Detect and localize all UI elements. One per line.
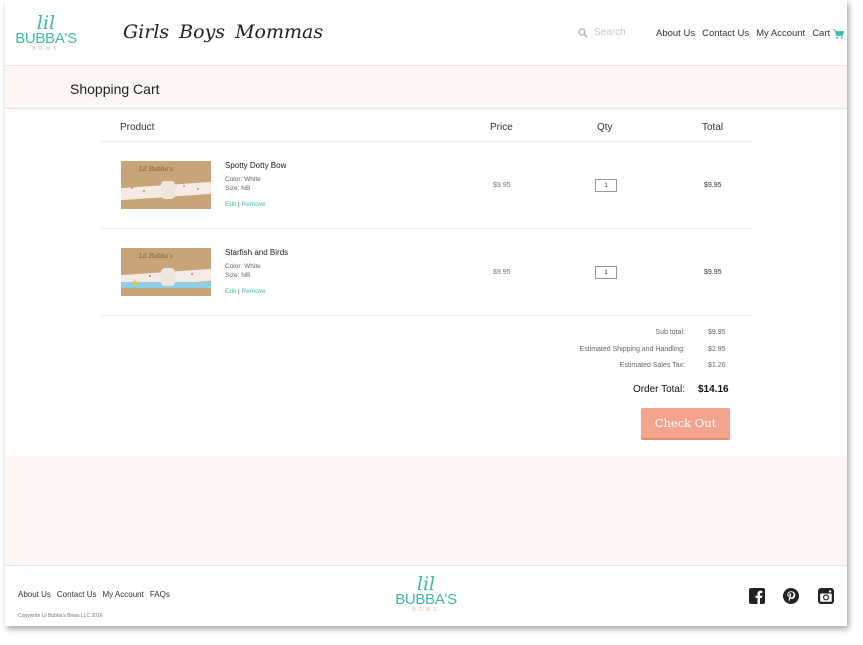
cart-table-header: Product Price Qty Total <box>100 109 752 142</box>
page: lil BUBBA'S BOWS Girls Boys Mommas About… <box>5 0 847 626</box>
product-size: Size: NB <box>225 185 251 192</box>
bow-dot <box>149 275 151 277</box>
footer-contact-us[interactable]: Contact Us <box>57 590 97 599</box>
cart-main: Product Price Qty Total Lil Bubba's Spot… <box>5 109 847 456</box>
thumbnail-label: Lil Bubba's <box>139 253 173 260</box>
pinterest-icon[interactable] <box>783 588 799 604</box>
logo-bows: BOWS <box>32 46 60 52</box>
footer-logo[interactable]: lil BUBBA'S BOWS <box>393 575 459 613</box>
action-separator: | <box>238 201 240 208</box>
nav-cart[interactable]: Cart <box>812 28 845 39</box>
edit-link[interactable]: Edit <box>225 201 236 208</box>
nav-contact-us[interactable]: Contact Us <box>702 28 749 39</box>
site-footer: About Us Contact Us My Account FAQs Copy… <box>5 565 847 626</box>
nav-girls[interactable]: Girls <box>123 21 169 43</box>
thumbnail-label: Lil Bubba's <box>139 166 173 173</box>
item-total: $9.95 <box>704 269 722 276</box>
bow-knot <box>161 181 175 199</box>
cart-item-row: Lil Bubba's Spotty Dotty Bow Color: Whit… <box>100 142 752 229</box>
footer-faqs[interactable]: FAQs <box>150 590 170 599</box>
bow-dot <box>197 188 199 190</box>
subtotal-value: $9.95 <box>708 329 726 336</box>
quantity-input[interactable]: 1 <box>595 266 617 279</box>
header-price: Price <box>490 122 513 133</box>
product-color: Color: White <box>225 176 261 183</box>
bow-dot <box>143 190 145 192</box>
tax-value: $1.26 <box>708 362 726 369</box>
product-color: Color: White <box>225 263 261 270</box>
footer-nav: About Us Contact Us My Account FAQs <box>18 590 170 599</box>
remove-link[interactable]: Remove <box>242 201 266 208</box>
bow-dot <box>131 187 133 189</box>
product-actions: Edit | Remove <box>225 201 266 208</box>
logo-bows: BOWS <box>412 607 440 613</box>
instagram-icon[interactable] <box>818 588 834 604</box>
product-name[interactable]: Starfish and Birds <box>225 248 288 257</box>
cart-label: Cart <box>812 28 831 39</box>
copyright-text: Copywrite Lil Bubba's Bows LLC 2016 <box>18 613 103 619</box>
bow-dot <box>191 273 193 275</box>
cart-table: Product Price Qty Total Lil Bubba's Spot… <box>100 109 752 316</box>
header-qty: Qty <box>597 122 613 133</box>
search-input[interactable] <box>594 27 654 38</box>
header-product: Product <box>120 122 155 133</box>
nav-boys[interactable]: Boys <box>179 21 225 43</box>
product-size: Size: NB <box>225 272 251 279</box>
shipping-value: $2.95 <box>708 346 726 353</box>
footer-about-us[interactable]: About Us <box>18 590 51 599</box>
search-box <box>578 27 654 38</box>
action-separator: | <box>238 288 240 295</box>
header-total: Total <box>702 122 724 133</box>
site-header: lil BUBBA'S BOWS Girls Boys Mommas About… <box>5 0 847 66</box>
quantity-input[interactable]: 1 <box>595 179 617 192</box>
product-name[interactable]: Spotty Dotty Bow <box>225 161 286 170</box>
header-logo[interactable]: lil BUBBA'S BOWS <box>15 14 77 52</box>
logo-bubbas: BUBBA'S <box>15 30 77 47</box>
bow-dot <box>183 185 185 187</box>
nav-my-account[interactable]: My Account <box>756 28 805 39</box>
order-total-label: Order Total: <box>632 384 685 395</box>
product-actions: Edit | Remove <box>225 288 266 295</box>
order-total-value: $14.16 <box>698 384 729 395</box>
item-price: $9.95 <box>493 269 511 276</box>
edit-link[interactable]: Edit <box>225 288 236 295</box>
remove-link[interactable]: Remove <box>242 288 266 295</box>
bow-knot <box>161 268 175 286</box>
item-price: $9.95 <box>493 182 511 189</box>
category-nav: Girls Boys Mommas <box>123 21 323 43</box>
cart-item-row: Lil Bubba's ★ Starfish and Birds Color: … <box>100 229 752 316</box>
subtotal-label: Sub total: <box>655 329 685 336</box>
nav-mommas[interactable]: Mommas <box>235 21 323 43</box>
nav-about-us[interactable]: About Us <box>656 28 695 39</box>
search-icon[interactable] <box>578 27 588 38</box>
top-nav: About Us Contact Us My Account Cart <box>656 28 845 39</box>
logo-bubbas: BUBBA'S <box>395 591 457 608</box>
facebook-icon[interactable] <box>749 588 765 604</box>
checkout-button[interactable]: Check Out <box>641 408 730 438</box>
product-thumbnail[interactable]: Lil Bubba's <box>121 161 211 209</box>
item-total: $9.95 <box>704 182 722 189</box>
tax-label: Estimated Sales Tax: <box>619 362 685 369</box>
starfish-icon: ★ <box>131 278 140 289</box>
shipping-label: Estimated Shipping and Handling: <box>579 346 685 353</box>
page-title: Shopping Cart <box>70 81 160 97</box>
product-thumbnail[interactable]: Lil Bubba's ★ <box>121 248 211 296</box>
title-band: Shopping Cart <box>5 66 847 109</box>
shopping-cart-icon <box>833 29 845 39</box>
footer-my-account[interactable]: My Account <box>102 590 143 599</box>
